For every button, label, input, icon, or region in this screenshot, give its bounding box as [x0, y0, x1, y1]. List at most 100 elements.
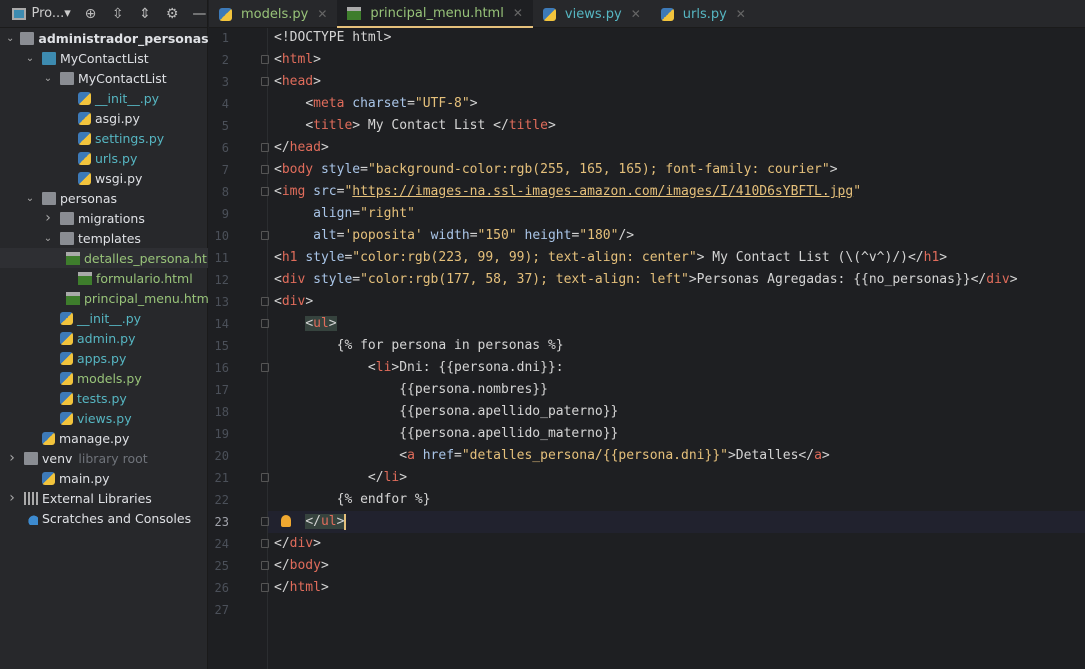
tree-item-label: __init__.py	[95, 90, 160, 106]
collapse-all-icon[interactable]: ⇕	[137, 6, 152, 22]
code-token: >	[727, 448, 736, 463]
code-line[interactable]: align="right"	[274, 203, 415, 225]
tree-item[interactable]: › migrations	[0, 208, 208, 228]
tree-item[interactable]: ⌄ MyContactList	[0, 68, 208, 88]
tab-views-py[interactable]: views.py ✕	[533, 0, 651, 28]
code-line[interactable]: <ul>	[274, 313, 337, 335]
code-line[interactable]: </body>	[274, 555, 329, 577]
code-token: <	[399, 448, 408, 463]
code-line[interactable]: <head>	[274, 71, 321, 93]
tree-item[interactable]: __init__.py	[0, 308, 208, 328]
close-icon[interactable]: ✕	[513, 6, 523, 20]
code-line[interactable]: <html>	[274, 49, 321, 71]
code-line[interactable]: {{persona.apellido_paterno}}	[274, 401, 618, 423]
tree-item-label: administrador_personas	[38, 30, 208, 46]
code-line[interactable]: <li>Dni: {{persona.dni}}:	[274, 357, 564, 379]
code-line[interactable]: {{persona.nombres}}	[274, 379, 548, 401]
locate-icon[interactable]: ⊕	[83, 6, 98, 22]
tree-item[interactable]: manage.py	[0, 428, 208, 448]
code-line[interactable]: <img src="https://images-na.ssl-images-a…	[274, 181, 861, 203]
tree-item[interactable]: __init__.py	[0, 88, 208, 108]
tree-item[interactable]: urls.py	[0, 148, 208, 168]
tree-item[interactable]: apps.py	[0, 348, 208, 368]
code-line[interactable]: {% endfor %}	[274, 489, 431, 511]
code-token: html	[281, 52, 314, 67]
html-icon	[78, 271, 92, 285]
code-token: >	[328, 316, 337, 331]
tree-item-label: detalles_persona.html	[84, 250, 208, 266]
tree-item[interactable]: wsgi.py	[0, 168, 208, 188]
code-line[interactable]: <a href="detalles_persona/{{persona.dni}…	[274, 445, 830, 467]
tab-urls-py[interactable]: urls.py ✕	[651, 0, 756, 28]
python-icon	[78, 171, 91, 185]
close-icon[interactable]: ✕	[736, 7, 746, 21]
python-icon	[542, 7, 556, 21]
tree-item[interactable]: ⌄administrador_personasC:\Cu	[0, 28, 208, 48]
code-line[interactable]: </div>	[274, 533, 321, 555]
chevron-right-icon[interactable]: ›	[42, 210, 54, 226]
code-token: >	[313, 74, 321, 89]
lightbulb-icon[interactable]	[281, 515, 291, 527]
tree-item[interactable]: detalles_persona.html	[0, 248, 208, 268]
code-line[interactable]: </head>	[274, 137, 329, 159]
html-icon	[66, 251, 80, 265]
project-view-dropdown[interactable]: Pro...▾	[32, 6, 71, 21]
tree-item[interactable]: models.py	[0, 368, 208, 388]
code-token: a	[814, 448, 822, 463]
tree-item-hint: library root	[78, 450, 148, 466]
code-token: height	[524, 228, 572, 243]
code-line[interactable]: <div style="color:rgb(177, 58, 37); text…	[274, 269, 1018, 291]
tree-item[interactable]: main.py	[0, 468, 208, 488]
code-line[interactable]: <title> My Contact List </title>	[274, 115, 555, 137]
code-line[interactable]: <h1 style="color:rgb(223, 99, 99); text-…	[274, 247, 947, 269]
close-icon[interactable]: ✕	[317, 7, 327, 21]
tree-item[interactable]: ⌄ MyContactList	[0, 48, 208, 68]
code-line[interactable]: <body style="background-color:rgb(255, 1…	[274, 159, 838, 181]
code-token: body	[281, 162, 314, 177]
chevron-right-icon[interactable]: ›	[6, 450, 18, 466]
chevron-down-icon[interactable]: ⌄	[42, 233, 54, 244]
code-line[interactable]: </li>	[274, 467, 407, 489]
chevron-right-icon[interactable]: ›	[6, 490, 18, 506]
minimize-icon[interactable]: —	[192, 6, 207, 22]
chevron-down-icon[interactable]: ⌄	[24, 193, 36, 204]
tree-item[interactable]: views.py	[0, 408, 208, 428]
code-token: <	[305, 316, 314, 331]
close-icon[interactable]: ✕	[631, 7, 641, 21]
code-token: <	[274, 272, 282, 287]
line-number: 6	[221, 141, 229, 155]
tab-principal_menu-html[interactable]: principal_menu.html ✕	[337, 0, 533, 28]
tree-item[interactable]: ⌄ personas	[0, 188, 208, 208]
code-line[interactable]: <!DOCTYPE html>	[274, 27, 391, 49]
code-line[interactable]: {{persona.apellido_materno}}	[274, 423, 618, 445]
code-line[interactable]: <div>	[274, 291, 313, 313]
chevron-down-icon[interactable]: ⌄	[24, 53, 36, 64]
code-line[interactable]: {% for persona in personas %}	[274, 335, 564, 357]
tab-models-py[interactable]: models.py ✕	[209, 0, 337, 28]
tree-item[interactable]: formulario.html	[0, 268, 208, 288]
code-editor[interactable]: <!DOCTYPE html> <html> <head> <meta charse…	[268, 28, 1085, 669]
code-line[interactable]: </html>	[274, 577, 329, 599]
tree-item[interactable]: › External Libraries	[0, 488, 208, 508]
code-line[interactable]: alt='poposita' width="150" height="180"/…	[274, 225, 634, 247]
tree-item[interactable]: ⌄ templates	[0, 228, 208, 248]
line-number: 24	[214, 537, 229, 551]
tree-item[interactable]: Scratches and Consoles	[0, 508, 208, 528]
tree-item[interactable]: settings.py	[0, 128, 208, 148]
gear-icon[interactable]: ⚙	[165, 6, 180, 22]
chevron-down-icon[interactable]: ⌄	[6, 33, 14, 44]
tree-item[interactable]: › venv library root	[0, 448, 208, 468]
tree-item[interactable]: principal_menu.html	[0, 288, 208, 308]
chevron-down-icon[interactable]: ⌄	[42, 73, 54, 84]
tree-item[interactable]: asgi.py	[0, 108, 208, 128]
code-token: {% endfor %}	[336, 492, 431, 507]
code-line[interactable]: <meta charset="UTF-8">	[274, 93, 477, 115]
tree-item[interactable]: tests.py	[0, 388, 208, 408]
code-token: Detalles	[735, 448, 799, 463]
tree-item[interactable]: admin.py	[0, 328, 208, 348]
expand-all-icon[interactable]: ⇳	[110, 6, 125, 22]
line-number: 19	[214, 427, 229, 441]
code-token: ul	[320, 514, 337, 529]
